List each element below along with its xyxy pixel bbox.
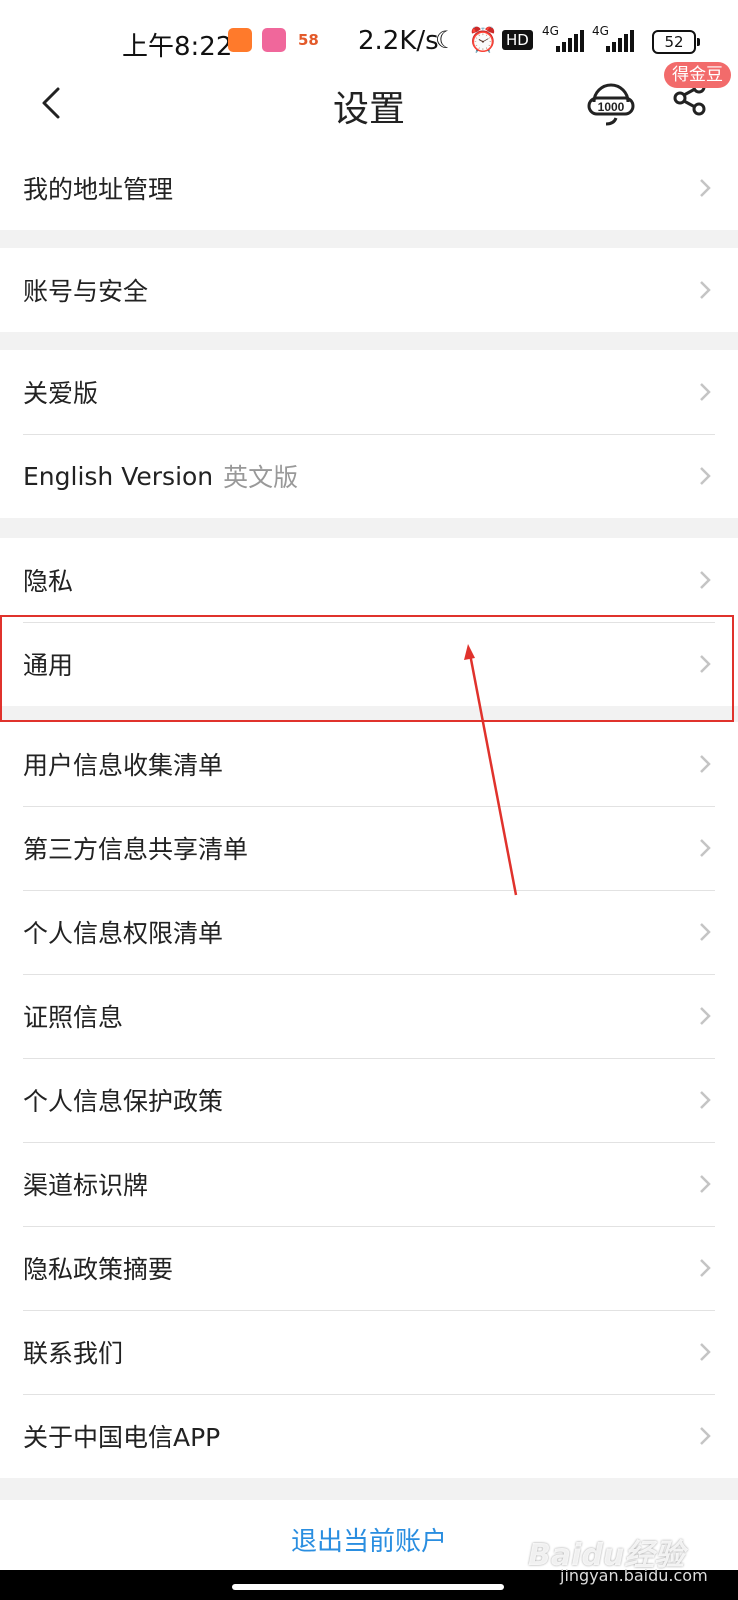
settings-row-label: 证照信息 [23, 1003, 124, 1032]
headset-10000-icon: 1000 [587, 83, 635, 126]
moon-icon: ☾ [435, 26, 457, 54]
gold-beans-badge[interactable]: 得金豆 [664, 62, 731, 88]
settings-row-privacy[interactable]: 隐私 [0, 538, 738, 622]
settings-row-label: 联系我们 [23, 1339, 124, 1368]
taobao-icon [228, 28, 252, 52]
chevron-right-icon [700, 1007, 711, 1025]
customer-service-button[interactable]: 1000 [586, 78, 636, 128]
chevron-left-icon [42, 87, 60, 119]
chevron-right-icon [700, 1175, 711, 1193]
settings-row-label: 账号与安全 [23, 277, 149, 306]
back-button[interactable] [26, 78, 76, 128]
chevron-right-icon [700, 1427, 711, 1445]
chevron-right-icon [700, 383, 711, 401]
settings-row-privacy-policy[interactable]: 个人信息保护政策 [0, 1058, 738, 1142]
settings-row-label: 通用 [23, 651, 74, 680]
chevron-right-icon [700, 1259, 711, 1277]
settings-row-care-version[interactable]: 关爱版 [0, 350, 738, 434]
chevron-right-icon [700, 655, 711, 673]
settings-row-privacy-summary[interactable]: 隐私政策摘要 [0, 1226, 738, 1310]
settings-row-label: 关于中国电信APP [23, 1423, 221, 1452]
settings-row-channel-id[interactable]: 渠道标识牌 [0, 1142, 738, 1226]
baidu-watermark-url: jingyan.baidu.com [560, 1566, 708, 1585]
settings-row-third-party-list[interactable]: 第三方信息共享清单 [0, 806, 738, 890]
chevron-right-icon [700, 281, 711, 299]
settings-row-label: 隐私政策摘要 [23, 1255, 174, 1284]
alarm-icon: ⏰ [468, 26, 498, 54]
hd-icon: HD [502, 30, 533, 50]
settings-row-english-version[interactable]: English Version 英文版 [0, 434, 738, 518]
battery-icon: 52 [652, 30, 700, 54]
nav-bar: 设置 1000 得金豆 [0, 62, 738, 146]
net-speed: 2.2K/s [358, 26, 439, 56]
settings-row-address[interactable]: 我的地址管理 [0, 146, 738, 230]
settings-row-label: 用户信息收集清单 [23, 751, 224, 780]
status-time: 上午8:22 [122, 32, 233, 62]
58-icon: 58 [298, 31, 319, 49]
home-indicator[interactable] [232, 1584, 504, 1590]
settings-row-about[interactable]: 关于中国电信APP [0, 1394, 738, 1478]
settings-row-general[interactable]: 通用 [0, 622, 738, 706]
settings-row-account-security[interactable]: 账号与安全 [0, 248, 738, 332]
chevron-right-icon [700, 923, 711, 941]
signal-icon-1 [556, 30, 584, 52]
settings-section-privacy-general: 隐私 通用 [0, 538, 738, 706]
settings-row-label: 渠道标识牌 [23, 1171, 149, 1200]
bilibili-icon [262, 28, 286, 52]
chevron-right-icon [700, 571, 711, 589]
settings-section-info: 用户信息收集清单 第三方信息共享清单 个人信息权限清单 证照信息 个人信息保护政… [0, 722, 738, 1478]
settings-row-label: English Version [23, 461, 214, 491]
settings-row-license-info[interactable]: 证照信息 [0, 974, 738, 1058]
settings-row-sublabel: 英文版 [223, 463, 299, 492]
settings-section-versions: 关爱版 English Version 英文版 [0, 350, 738, 518]
svg-text:1000: 1000 [598, 100, 625, 114]
signal-icon-2 [606, 30, 634, 52]
settings-section-address: 我的地址管理 [0, 146, 738, 230]
settings-row-label: 隐私 [23, 567, 74, 596]
settings-section-account: 账号与安全 [0, 248, 738, 332]
settings-row-label: 个人信息权限清单 [23, 919, 224, 948]
settings-row-label: 个人信息保护政策 [23, 1087, 224, 1116]
chevron-right-icon [700, 839, 711, 857]
settings-row-contact-us[interactable]: 联系我们 [0, 1310, 738, 1394]
settings-row-permission-list[interactable]: 个人信息权限清单 [0, 890, 738, 974]
chevron-right-icon [700, 755, 711, 773]
settings-row-label: 关爱版 [23, 379, 99, 408]
chevron-right-icon [700, 467, 711, 485]
chevron-right-icon [700, 1091, 711, 1109]
chevron-right-icon [700, 179, 711, 197]
settings-row-user-info-list[interactable]: 用户信息收集清单 [0, 722, 738, 806]
settings-row-label: 第三方信息共享清单 [23, 835, 249, 864]
chevron-right-icon [700, 1343, 711, 1361]
settings-row-label: 我的地址管理 [23, 175, 174, 204]
